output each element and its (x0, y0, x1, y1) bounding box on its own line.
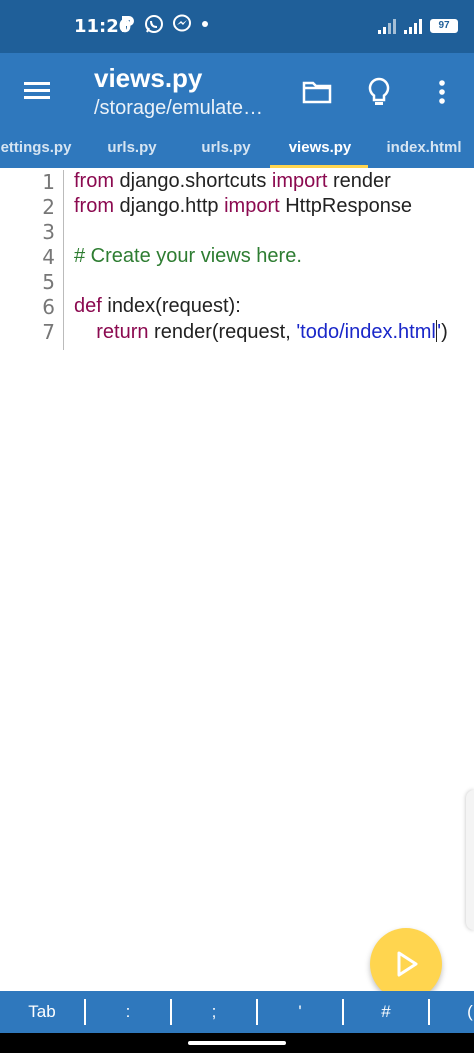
code-text: index(request): (101, 295, 241, 317)
more-vert-icon[interactable] (425, 75, 459, 109)
battery-icon: 97 (430, 19, 458, 33)
symbol-bar: Tab : ; ' # ( (0, 991, 474, 1033)
line-number: 7 (42, 320, 55, 344)
symbol-hash-key[interactable]: # (344, 991, 428, 1033)
line-number: 1 (42, 170, 55, 194)
symbol-colon-key[interactable]: : (86, 991, 170, 1033)
navigation-bar (0, 1033, 474, 1053)
run-button[interactable] (370, 928, 442, 1000)
code-text: HttpResponse (279, 195, 412, 217)
code-line[interactable]: def index(request): (74, 295, 241, 318)
code-line[interactable]: from django.http import HttpResponse (74, 195, 412, 218)
home-gesture-pill[interactable] (188, 1041, 286, 1045)
line-number: 2 (42, 195, 55, 219)
code-text: render(request, (148, 321, 297, 343)
code-line[interactable]: from django.shortcuts import render (74, 170, 391, 193)
file-tabs: ettings.py urls.py urls.py views.py inde… (0, 128, 474, 168)
symbol-quote-key[interactable]: ' (258, 991, 342, 1033)
tab-views-py[interactable]: views.py (272, 128, 368, 168)
signal-icon (404, 19, 422, 34)
tab-urls-py[interactable]: urls.py (92, 128, 172, 168)
line-number: 5 (42, 270, 55, 294)
side-drawer-handle[interactable] (466, 790, 474, 930)
code-editor[interactable]: 1 2 3 4 5 6 7 from django.shortcuts impo… (0, 170, 474, 990)
code-keyword: return (96, 321, 149, 343)
symbol-semicolon-key[interactable]: ; (172, 991, 256, 1033)
system-icons: 97 (378, 18, 458, 34)
dot-icon (202, 21, 208, 27)
line-number: 3 (42, 220, 55, 244)
messenger-icon (173, 14, 191, 32)
code-string: 'todo/index.html (296, 321, 436, 343)
line-number: 6 (42, 295, 55, 319)
code-text: ) (441, 321, 448, 343)
lightbulb-icon[interactable] (362, 75, 396, 109)
code-keyword: from (74, 170, 114, 192)
code-keyword: import (224, 195, 280, 217)
code-comment: # Create your views here. (74, 245, 302, 267)
play-icon (397, 951, 418, 977)
app-bar: views.py /storage/emulate… (0, 53, 474, 128)
line-number: 4 (42, 245, 55, 269)
code-line[interactable]: return render(request, 'todo/index.html'… (74, 320, 448, 344)
code-keyword: def (74, 295, 102, 317)
signal-icon (378, 19, 396, 34)
tab-settings-py[interactable]: ettings.py (0, 128, 78, 168)
symbol-paren-key[interactable]: ( (430, 991, 474, 1033)
code-text: django.http (114, 195, 225, 217)
active-tab-indicator (270, 165, 368, 168)
code-keyword: import (271, 170, 328, 192)
p-icon (122, 16, 134, 32)
folder-icon[interactable] (300, 75, 334, 109)
tab-index-html[interactable]: index.html (378, 128, 470, 168)
code-keyword: from (74, 195, 114, 217)
status-bar: 11:20 97 (0, 0, 474, 53)
whatsapp-icon (145, 15, 163, 33)
file-title: views.py (94, 63, 203, 93)
notification-icons (120, 14, 210, 34)
code-text: render (327, 170, 391, 192)
menu-icon[interactable] (24, 77, 52, 105)
symbol-tab-key[interactable]: Tab (0, 991, 84, 1033)
tab-urls-py-2[interactable]: urls.py (186, 128, 266, 168)
line-gutter: 1 2 3 4 5 6 7 (0, 170, 64, 350)
file-path: /storage/emulate… (94, 97, 263, 119)
code-line[interactable]: # Create your views here. (74, 245, 302, 268)
code-text: django.shortcuts (114, 170, 272, 192)
